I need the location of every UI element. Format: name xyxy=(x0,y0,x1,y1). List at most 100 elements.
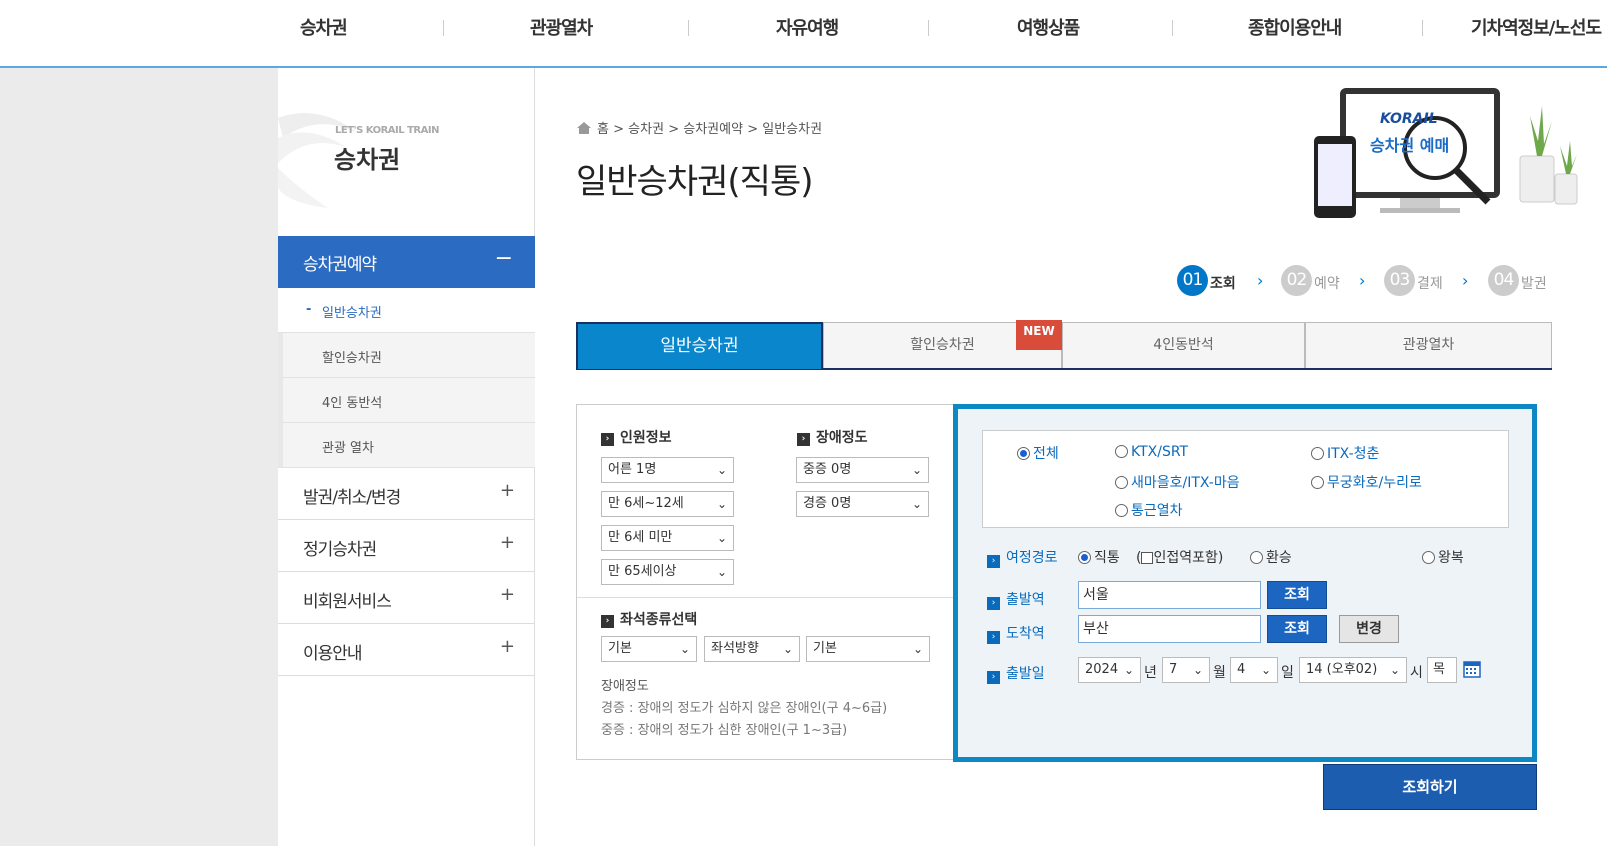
bullet-icon: › xyxy=(797,433,810,446)
page-title: 일반승차권(직통) xyxy=(576,162,813,202)
sidebar-item-guest-service[interactable]: 비회원서비스 + xyxy=(278,572,535,624)
sidebar-item-ticket-reservation[interactable]: 승차권예약 − xyxy=(278,236,535,288)
route-direct[interactable]: 직통 xyxy=(1078,547,1120,567)
expand-icon: + xyxy=(499,584,515,605)
bullet-icon: › xyxy=(601,433,614,446)
train-type-itx-youth[interactable]: ITX-청춘 xyxy=(1311,443,1379,463)
train-type-ktx[interactable]: KTX/SRT xyxy=(1115,443,1188,460)
toddler-count-select[interactable]: 만 6세 미만 ⌄ xyxy=(601,525,734,551)
departure-station-input[interactable]: 서울 xyxy=(1078,581,1261,609)
swap-stations-button[interactable]: 변경 xyxy=(1339,615,1399,643)
train-type-commuter[interactable]: 통근열차 xyxy=(1115,500,1183,520)
topnav-travel-products[interactable]: 여행상품 xyxy=(1017,14,1080,40)
arrival-search-button[interactable]: 조회 xyxy=(1267,615,1327,643)
step-label: 예약 xyxy=(1314,276,1340,292)
radio-checked-icon xyxy=(1078,551,1091,564)
illustration-text: 승차권 예매 xyxy=(1370,136,1450,155)
select-value: 기본 xyxy=(608,641,632,656)
radio-icon xyxy=(1250,551,1263,564)
calendar-icon[interactable] xyxy=(1463,660,1481,678)
radio-icon xyxy=(1115,504,1128,517)
seat-type-select[interactable]: 기본 ⌄ xyxy=(601,636,697,662)
select-value: 어른 1명 xyxy=(608,462,657,477)
chevron-down-icon: ⌄ xyxy=(911,463,922,477)
hour-select[interactable]: 14 (오후02) ⌄ xyxy=(1299,657,1407,683)
breadcrumb: 홈 > 승차권 > 승차권예약 > 일반승차권 xyxy=(577,118,822,137)
tab-general-ticket[interactable]: 일반승차권 xyxy=(576,322,823,369)
radio-label: 환승 xyxy=(1266,550,1292,566)
sidebar-subitem-discount-ticket[interactable]: 할인승차권 xyxy=(278,333,535,378)
train-type-saemaeul[interactable]: 새마을호/ITX-마음 xyxy=(1115,472,1240,492)
tab-tour-train[interactable]: 관광열차 xyxy=(1305,322,1552,368)
radio-label: ITX-청춘 xyxy=(1327,446,1380,462)
senior-count-select[interactable]: 만 65세이상 ⌄ xyxy=(601,559,734,585)
chevron-down-icon: ⌄ xyxy=(911,497,922,511)
seat-heading-text: 좌석종류선택 xyxy=(620,612,698,628)
disability-heading-text: 장애정도 xyxy=(816,430,868,446)
sidebar-subitem-general-ticket[interactable]: - 일반승차권 xyxy=(278,288,535,333)
radio-label: 전체 xyxy=(1033,446,1059,462)
departure-search-button[interactable]: 조회 xyxy=(1267,581,1327,609)
sidebar-item-label: 이용안내 xyxy=(303,644,363,664)
breadcrumb-ticket[interactable]: 승차권 xyxy=(628,122,664,137)
step-label: 조회 xyxy=(1210,276,1236,292)
sidebar-item-issue-cancel[interactable]: 발권/취소/변경 + xyxy=(278,468,535,520)
child-count-select[interactable]: 만 6세~12세 ⌄ xyxy=(601,491,734,517)
topnav-tour-train[interactable]: 관광열차 xyxy=(530,14,593,40)
search-form-panel: 전체 KTX/SRT ITX-청춘 새마을호/ITX-마음 무궁화호/누리로 통… xyxy=(953,404,1537,762)
breadcrumb-current: 일반승차권 xyxy=(762,122,823,137)
radio-label: 새마을호/ITX-마음 xyxy=(1131,475,1240,491)
search-trains-button[interactable]: 조회하기 xyxy=(1323,764,1537,810)
departure-label-text: 출발역 xyxy=(1006,592,1045,608)
expand-icon: + xyxy=(499,636,515,657)
breadcrumb-home[interactable]: 홈 xyxy=(597,122,609,137)
step-label: 발권 xyxy=(1521,276,1547,292)
home-icon xyxy=(577,122,591,134)
disability-heading: › 장애정도 xyxy=(797,427,868,447)
select-value: 경증 0명 xyxy=(803,496,852,511)
chevron-right-icon: › xyxy=(1257,271,1264,290)
year-select[interactable]: 2024 ⌄ xyxy=(1078,657,1141,683)
sidebar-item-label: 발권/취소/변경 xyxy=(303,488,401,508)
select-value: 4 xyxy=(1237,662,1246,677)
topnav-separator xyxy=(928,20,929,36)
sidebar-subitem-tour-train[interactable]: 관광 열차 xyxy=(278,423,535,468)
nearby-station-checkbox-group: (인접역포함) xyxy=(1136,547,1223,567)
day-select[interactable]: 4 ⌄ xyxy=(1230,657,1278,683)
sidebar-item-season-ticket[interactable]: 정기승차권 + xyxy=(278,520,535,572)
select-value: 기본 xyxy=(813,641,837,656)
month-select[interactable]: 7 ⌄ xyxy=(1162,657,1210,683)
adult-count-select[interactable]: 어른 1명 ⌄ xyxy=(601,457,734,483)
arrival-station-input[interactable]: 부산 xyxy=(1078,615,1261,643)
radio-icon xyxy=(1311,447,1324,460)
route-transfer[interactable]: 환승 xyxy=(1250,547,1292,567)
mild-disability-select[interactable]: 경증 0명 ⌄ xyxy=(796,491,929,517)
sidebar-item-usage-guide[interactable]: 이용안내 + xyxy=(278,624,535,676)
topnav-station-info[interactable]: 기차역정보/노선도 xyxy=(1471,14,1602,40)
breadcrumb-separator: > xyxy=(613,122,625,137)
train-type-mugunghwa[interactable]: 무궁화호/누리로 xyxy=(1311,472,1422,492)
breadcrumb-reservation[interactable]: 승차권예약 xyxy=(683,122,743,137)
severe-disability-select[interactable]: 중증 0명 ⌄ xyxy=(796,457,929,483)
breadcrumb-separator: > xyxy=(668,122,680,137)
train-type-all[interactable]: 전체 xyxy=(1017,443,1059,463)
nearby-station-checkbox[interactable] xyxy=(1141,552,1154,564)
route-round-trip[interactable]: 왕복 xyxy=(1422,547,1464,567)
chevron-down-icon: ⌄ xyxy=(912,642,923,656)
seat-direction-select[interactable]: 좌석방향 ⌄ xyxy=(704,636,800,662)
tab-group-seat[interactable]: 4인동반석 xyxy=(1062,322,1305,368)
bullet-icon: › xyxy=(601,615,614,628)
sidebar: LET'S KORAIL TRAIN 승차권 승차권예약 − - 일반승차권 할… xyxy=(278,68,535,846)
sidebar-subitem-label: 일반승차권 xyxy=(322,306,382,321)
date-label: › 출발일 xyxy=(987,663,1045,684)
seat-extra-select[interactable]: 기본 ⌄ xyxy=(806,636,930,662)
bullet-icon: › xyxy=(987,631,1000,644)
step-number: 02 xyxy=(1281,265,1312,296)
select-value: 만 6세~12세 xyxy=(608,496,684,511)
topnav-guide[interactable]: 종합이용안내 xyxy=(1248,14,1342,40)
sidebar-subitem-group-seat[interactable]: 4인 동반석 xyxy=(278,378,535,423)
chevron-down-icon: ⌄ xyxy=(1192,663,1203,677)
left-gutter xyxy=(0,68,278,846)
topnav-free-travel[interactable]: 자유여행 xyxy=(776,14,839,40)
topnav-ticket[interactable]: 승차권 xyxy=(300,14,348,40)
